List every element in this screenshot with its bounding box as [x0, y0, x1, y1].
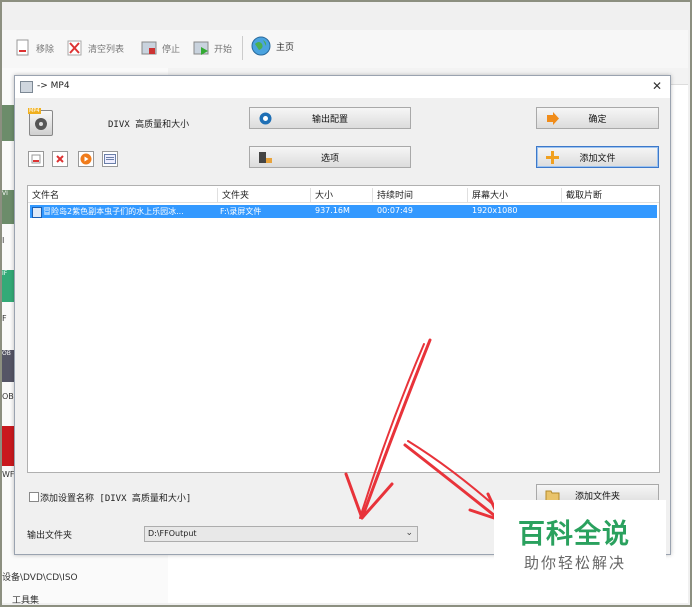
watermark-brand: 百科全说 [518, 519, 630, 550]
watermark: 百科全说 助你轻松解决 [494, 500, 666, 582]
arrow-to-add-folder [403, 440, 506, 522]
watermark-tagline: 助你轻松解决 [524, 554, 627, 572]
arrow-to-output-folder [344, 338, 432, 520]
